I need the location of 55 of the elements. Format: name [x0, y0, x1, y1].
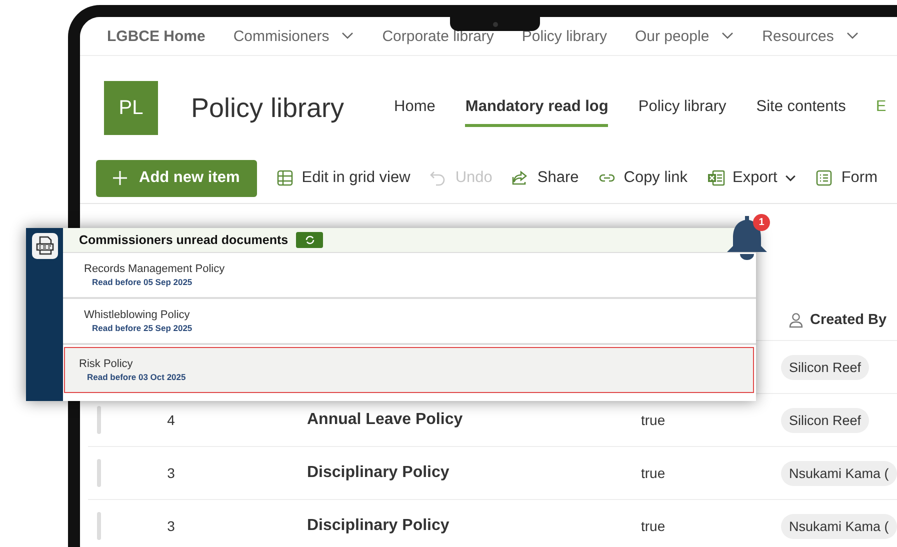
panel-title: Commissioners unread documents: [79, 233, 288, 247]
person-icon: [788, 312, 804, 328]
site-nav-link[interactable]: Site contents: [756, 90, 846, 126]
table-cell: true: [641, 465, 666, 481]
site-title: Policy library: [191, 92, 344, 124]
chevron-down-icon: [341, 32, 354, 40]
chevron-down-icon: [721, 32, 734, 40]
document-item[interactable]: Risk Policy Read before 03 Oct 2025: [64, 347, 754, 393]
site-home-link[interactable]: LGBCE Home: [107, 28, 206, 44]
top-nav-item[interactable]: Corporate library: [382, 28, 494, 44]
document-title: Records Management Policy: [84, 263, 226, 275]
share-button[interactable]: Share: [511, 169, 579, 187]
form-button[interactable]: Form: [815, 169, 878, 187]
link-button[interactable]: Copy link: [598, 169, 688, 187]
undo-icon: [429, 169, 448, 187]
site-logo: PL: [104, 81, 158, 135]
document-item[interactable]: Records Management Policy Read before 05 Sep 2025: [63, 253, 756, 299]
person-chip[interactable]: Silicon Reef: [781, 354, 870, 380]
refresh-button[interactable]: [296, 232, 324, 248]
top-nav-item[interactable]: Our people: [634, 28, 734, 44]
site-nav-link[interactable]: Policy library: [638, 90, 726, 126]
share-icon: [511, 169, 530, 187]
due-date: Read before 03 Oct 2025: [87, 372, 187, 382]
grid-button[interactable]: Edit in grid view: [276, 169, 410, 187]
excel-button[interactable]: Export: [706, 169, 796, 187]
due-date: Read before 05 Sep 2025: [92, 277, 194, 287]
chevron-down-icon: [785, 174, 796, 182]
document-item[interactable]: Whistleblowing Policy Read before 25 Sep 2025: [63, 299, 756, 345]
site-nav-link[interactable]: Mandatory read log: [465, 90, 608, 126]
add-new-item-button[interactable]: Add new item: [96, 160, 257, 196]
plus-icon: [113, 171, 127, 185]
person-chip[interactable]: Silicon Reef: [781, 408, 870, 432]
policy-title[interactable]: Disciplinary Policy: [307, 464, 450, 481]
table-cell: 3: [167, 465, 175, 481]
top-nav-item[interactable]: Policy library: [522, 28, 607, 44]
form-icon: [815, 169, 834, 187]
due-date: Read before 25 Sep 2025: [92, 323, 194, 333]
person-chip[interactable]: Nsukami Kama (: [781, 460, 897, 486]
document-title: Whistleblowing Policy: [84, 309, 191, 321]
table-cell: true: [641, 518, 666, 534]
top-nav-item[interactable]: Commisioners: [233, 28, 354, 44]
excel-icon: [706, 169, 724, 187]
table-cell: 4: [167, 412, 175, 428]
policy-title[interactable]: Annual Leave Policy: [307, 411, 463, 428]
column-header[interactable]: Created By: [788, 312, 887, 328]
table-cell: 3: [167, 518, 175, 534]
person-chip[interactable]: Nsukami Kama (: [781, 514, 897, 538]
document-title: Risk Policy: [79, 358, 134, 370]
refresh-icon: [304, 235, 315, 245]
policy-title[interactable]: Disciplinary Policy: [307, 517, 450, 534]
table-cell: true: [641, 412, 666, 428]
chevron-down-icon: [846, 32, 859, 40]
grid-icon: [276, 169, 294, 187]
top-nav-item[interactable]: Resources: [762, 28, 859, 44]
site-nav-link[interactable]: Home: [394, 90, 436, 126]
